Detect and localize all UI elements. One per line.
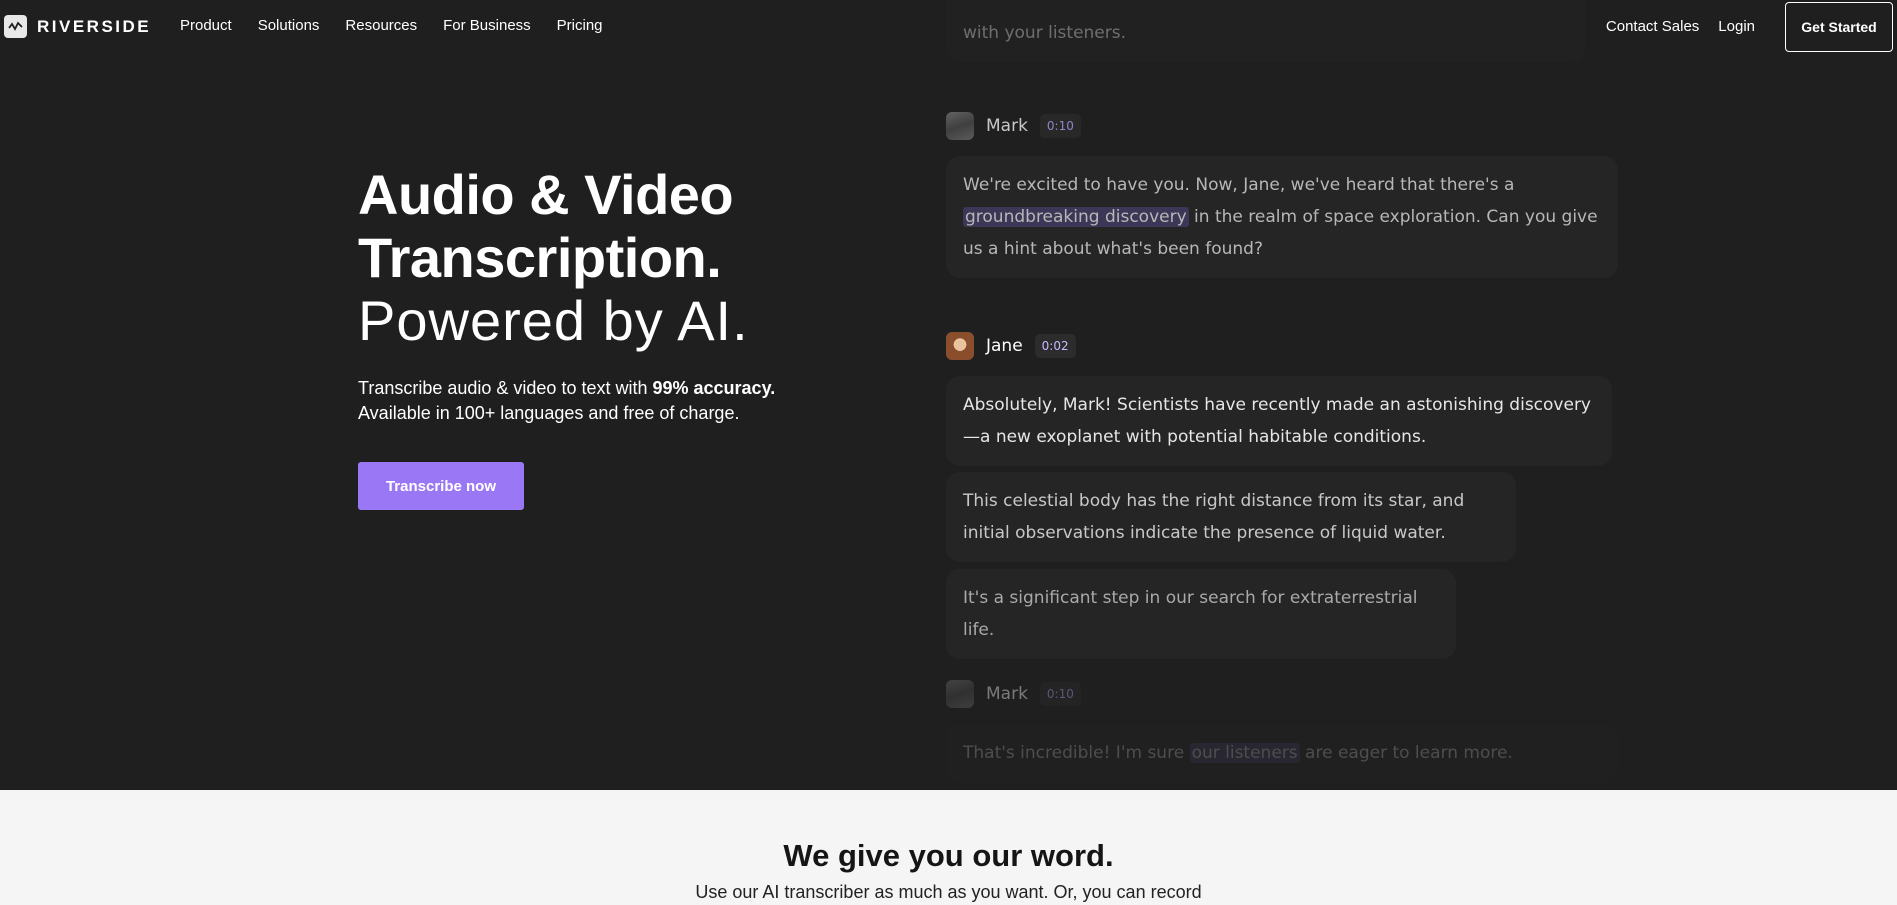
hero-title-line-3: Powered by AI. xyxy=(358,289,749,352)
highlighted-phrase: groundbreaking discovery xyxy=(963,207,1189,227)
hero-sub-accuracy: 99% accuracy. xyxy=(652,378,776,398)
login-link[interactable]: Login xyxy=(1718,18,1755,35)
transcript-bubble: This celestial body has the right distan… xyxy=(946,472,1516,562)
avatar xyxy=(946,680,974,708)
bubble-text: We're excited to have you. Now, Jane, we… xyxy=(963,175,1515,195)
hero-sub-text: Transcribe audio & video to text with xyxy=(358,378,653,398)
avatar xyxy=(946,112,974,140)
hero-title: Audio & Video Transcription. Powered by … xyxy=(358,163,749,352)
speaker-name: Mark xyxy=(986,116,1028,136)
timestamp-badge: 0:10 xyxy=(1039,114,1081,138)
nav-actions: Contact Sales Login Get Started xyxy=(1606,0,1897,52)
timestamp-badge: 0:10 xyxy=(1039,682,1081,706)
speaker-mark: Mark 0:10 xyxy=(946,680,1081,708)
hero-title-line-1: Audio & Video xyxy=(358,163,734,226)
bubble-text: are eager to learn more. xyxy=(1299,743,1513,763)
contact-sales-link[interactable]: Contact Sales xyxy=(1606,18,1699,35)
transcript-bubble: We're excited to have you. Now, Jane, we… xyxy=(946,156,1618,278)
nav-item-for-business[interactable]: For Business xyxy=(443,17,531,34)
nav-item-solutions[interactable]: Solutions xyxy=(258,17,320,34)
hero-subtitle: Transcribe audio & video to text with 99… xyxy=(358,376,775,426)
timestamp-badge: 0:02 xyxy=(1034,334,1076,358)
nav-item-resources[interactable]: Resources xyxy=(345,17,417,34)
section-subtitle: Use our AI transcriber as much as you wa… xyxy=(695,882,1202,902)
nav-links: Product Solutions Resources For Business… xyxy=(180,17,603,34)
word-section: We give you our word. Use our AI transcr… xyxy=(0,790,1897,905)
nav-item-product[interactable]: Product xyxy=(180,17,232,34)
transcribe-now-button[interactable]: Transcribe now xyxy=(358,462,524,510)
speaker-mark: Mark 0:10 xyxy=(946,112,1081,140)
highlighted-phrase: our listeners xyxy=(1189,743,1300,763)
get-started-button[interactable]: Get Started xyxy=(1785,2,1893,52)
speaker-name: Jane xyxy=(986,336,1023,356)
hero-title-line-2: Transcription. xyxy=(358,226,722,289)
section-title: We give you our word. xyxy=(783,838,1114,873)
transcript-bubble: That's incredible! I'm sure our listener… xyxy=(946,724,1618,782)
transcript-bubble: Absolutely, Mark! Scientists have recent… xyxy=(946,376,1612,466)
speaker-jane: Jane 0:02 xyxy=(946,332,1076,360)
waveform-icon xyxy=(4,15,27,38)
riverside-logo[interactable]: RIVERSIDE xyxy=(4,15,151,38)
hero-sub-line-2: Available in 100+ languages and free of … xyxy=(358,403,740,423)
bubble-text: That's incredible! I'm sure xyxy=(963,743,1190,763)
logo-text: RIVERSIDE xyxy=(37,16,152,36)
top-navigation: RIVERSIDE Product Solutions Resources Fo… xyxy=(0,0,1897,52)
transcript-bubble: It's a significant step in our search fo… xyxy=(946,569,1456,659)
speaker-name: Mark xyxy=(986,684,1028,704)
nav-item-pricing[interactable]: Pricing xyxy=(557,17,603,34)
avatar xyxy=(946,332,974,360)
transcript-preview: with your listeners. Mark 0:10 We're exc… xyxy=(946,0,1626,790)
